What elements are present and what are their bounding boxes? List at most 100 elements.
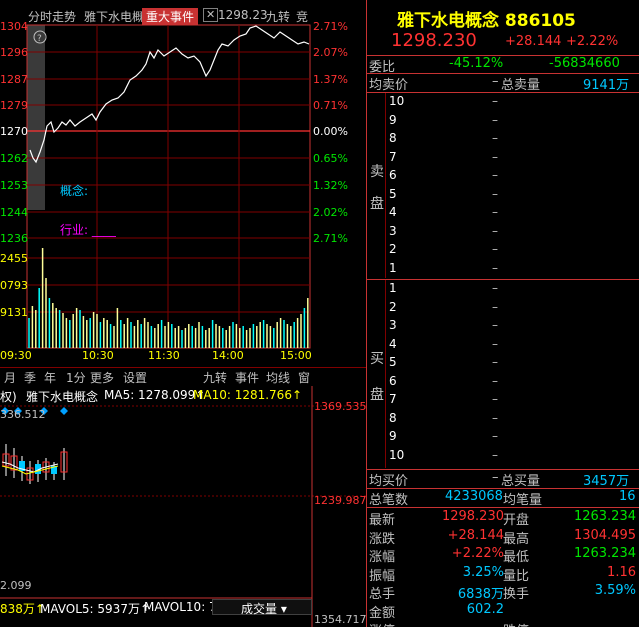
book-level: 1 [389, 260, 397, 275]
stat-label: 最新 [369, 513, 396, 528]
pct-tick: 2.07% [313, 46, 348, 59]
stat-value: 602.2 [466, 601, 504, 617]
period-quarter[interactable]: 季 [24, 369, 36, 386]
sell-label: 卖 [370, 164, 384, 180]
intraday-chart[interactable]: ? 分时走势 雅下水电概 重大事件 ✕ 1298.23 九转 竞 1304 12… [0, 0, 366, 368]
book-price[interactable]: – [492, 337, 498, 351]
book-price[interactable]: – [492, 113, 498, 127]
window-button[interactable]: 窗 [298, 369, 310, 386]
book-price[interactable]: – [492, 355, 498, 369]
avg-vol-label: 均笔量 [503, 493, 543, 508]
settings-button[interactable]: 设置 [123, 369, 147, 386]
stat-value: 1298.230 [441, 509, 504, 524]
book-price[interactable]: – [492, 187, 498, 201]
kline-right-bottom: 1354.717 [314, 613, 367, 626]
stat-label: 金额 [369, 605, 396, 621]
pct-tick: 1.37% [313, 73, 348, 86]
ma-button[interactable]: 均线 [266, 369, 290, 386]
period-month[interactable]: 月 [4, 369, 16, 386]
stats-row: 总手 6838万 换手 3.59% [367, 583, 639, 602]
book-level: 3 [389, 318, 397, 332]
stat-label: 涨幅 [369, 550, 396, 565]
book-price[interactable]: – [492, 392, 498, 406]
chart-area: ? 分时走势 雅下水电概 重大事件 ✕ 1298.23 九转 竞 1304 12… [0, 0, 367, 627]
weibi-row: 委比 -45.12% -56834660 [367, 56, 639, 75]
industry-label[interactable]: 行业: ____ [60, 221, 116, 238]
concept-label[interactable]: 概念: [60, 182, 88, 199]
stat-value: 1.16 [607, 564, 636, 580]
kline-left-bottom: 2.099 [0, 579, 32, 592]
tab-jiuzhuan[interactable]: 九转 [266, 8, 290, 25]
book-price[interactable]: – [492, 261, 498, 275]
kline-name: 雅下水电概念 [26, 390, 99, 404]
book-level: 8 [389, 410, 397, 425]
total-buy-value: 3457万 [583, 474, 630, 489]
book-level: 1 [389, 281, 397, 295]
book-level: 10 [389, 94, 405, 108]
ma10-label: MA10: 1281.766↑ [193, 388, 303, 402]
book-level: 2 [389, 299, 397, 314]
stat-label: 总手 [369, 587, 396, 602]
book-level: 10 [389, 447, 405, 462]
weibi-value: -56834660 [549, 56, 620, 71]
avg-vol-value: 16 [619, 489, 636, 504]
stat-value: 1263.234 [573, 546, 636, 561]
book-level: 2 [389, 242, 397, 256]
dash: – [492, 74, 499, 89]
chart-tabbar: 分时走势 雅下水电概 重大事件 ✕ 1298.23 九转 竞 [0, 6, 366, 26]
book-price[interactable]: – [492, 224, 498, 238]
book-price[interactable]: – [492, 168, 498, 182]
kline-right-mid: 1239.987 [314, 494, 367, 507]
sell-label: 盘 [370, 196, 384, 212]
book-price[interactable]: – [492, 411, 498, 425]
close-icon[interactable]: ✕ [203, 8, 219, 22]
price-tick: 1236 [0, 232, 28, 245]
tab-name[interactable]: 雅下水电概 [84, 8, 144, 25]
price-tick: 1304 [0, 20, 28, 33]
events-button[interactable]: 事件 [235, 369, 259, 386]
book-price[interactable]: – [492, 448, 498, 462]
tab-major-events[interactable]: 重大事件 [142, 8, 199, 25]
pct-tick: 2.71% [313, 232, 348, 245]
price-tick: 1244 [0, 206, 28, 219]
total-sell-label: 总卖量 [501, 78, 541, 93]
stat-label: 开盘 [503, 513, 530, 528]
kline-chart[interactable]: 权) 雅下水电概念 MA5: 1278.099↑ MA10: 1281.766↑… [0, 386, 367, 627]
stat-value: 3.25% [462, 564, 504, 580]
more-button[interactable]: 更多 [90, 369, 114, 386]
jiuzhuan-button[interactable]: 九转 [203, 369, 227, 386]
vol-label: 838万↑ [0, 602, 45, 616]
indicator-dropdown[interactable]: 成交量 ▾ [212, 599, 312, 616]
tab-intraday[interactable]: 分时走势 [28, 8, 76, 25]
buy-book: 买 盘 1 – 2 – 3 – 4 – 5 – 6 – 7 – 8 – 9 – 10 – [367, 280, 639, 468]
book-level: 4 [389, 336, 397, 351]
book-level: 7 [389, 149, 397, 164]
book-price[interactable]: – [492, 242, 498, 256]
book-level: 9 [389, 112, 397, 127]
total-sell-value: 9141万 [583, 78, 630, 93]
stat-value: 1304.495 [573, 527, 636, 543]
book-price[interactable]: – [492, 318, 498, 332]
stat-label: 量比 [503, 568, 530, 584]
price-tick: 1287 [0, 73, 28, 86]
total-buy-label: 总买量 [501, 474, 541, 489]
book-price[interactable]: – [492, 94, 498, 108]
tab-price: 1298.23 [218, 8, 268, 22]
book-price[interactable]: – [492, 205, 498, 219]
book-price[interactable]: – [492, 429, 498, 443]
price-tick: 1279 [0, 99, 28, 112]
book-price[interactable]: – [492, 300, 498, 314]
tab-auction[interactable]: 竞 [296, 8, 308, 25]
book-price[interactable]: – [492, 281, 498, 295]
stats-row: 涨跌 +28.144 最高 1304.495 [367, 527, 639, 547]
book-price[interactable]: – [492, 374, 498, 388]
kline-right-top: 1369.535 [314, 400, 367, 413]
stat-label: 振幅 [369, 568, 396, 584]
book-price[interactable]: – [492, 131, 498, 145]
period-year[interactable]: 年 [44, 369, 56, 386]
book-price[interactable]: – [492, 150, 498, 164]
quote-price-row: 1298.230 +28.144 +2.22% [367, 30, 639, 54]
book-level: 7 [389, 392, 397, 406]
period-1min[interactable]: 1分 [66, 369, 86, 386]
divider [367, 507, 639, 508]
